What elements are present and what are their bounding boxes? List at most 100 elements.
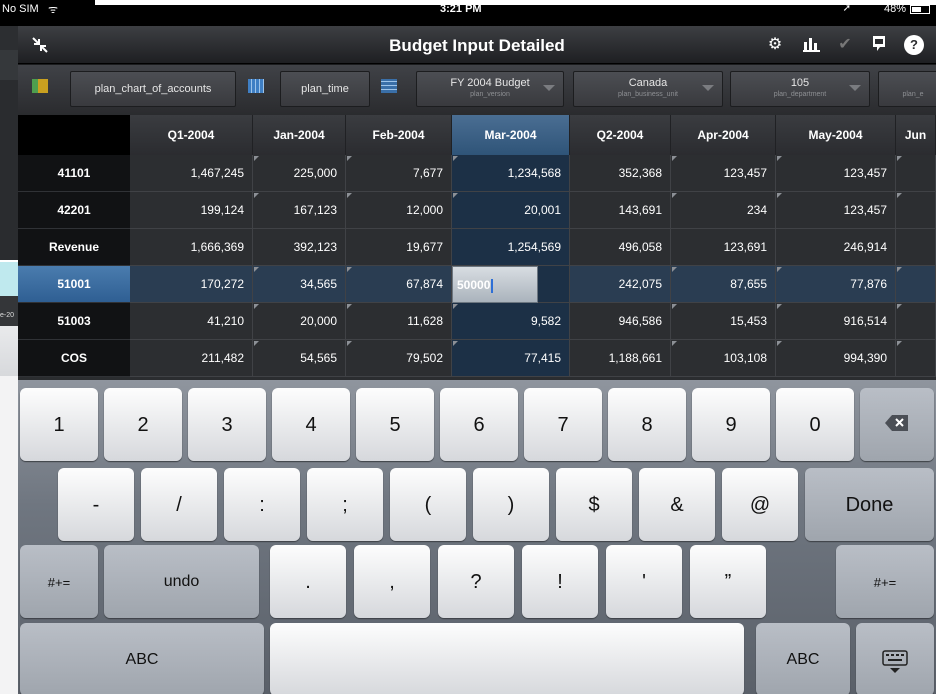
grid-cell[interactable]: 1,254,569 [452, 229, 570, 266]
grid-cell[interactable] [896, 155, 936, 192]
grid-cell[interactable]: 87,655 [671, 266, 776, 303]
key-symbol[interactable]: / [141, 468, 217, 541]
grid-cell[interactable]: 123,457 [671, 155, 776, 192]
abc-key[interactable]: ABC [20, 623, 264, 694]
grid-cell[interactable]: 34,565 [253, 266, 346, 303]
grid-cell[interactable]: 7,677 [346, 155, 452, 192]
row-header[interactable]: COS [18, 340, 130, 377]
bar-chart-icon[interactable] [801, 34, 823, 56]
grid-cell[interactable]: 123,457 [776, 192, 896, 229]
key-punct[interactable]: ” [690, 545, 766, 618]
space-key[interactable] [270, 623, 744, 694]
row-header[interactable]: 51003 [18, 303, 130, 340]
grid-cell[interactable]: 1,234,568 [452, 155, 570, 192]
column-header[interactable]: Mar-2004 [452, 115, 570, 155]
key-7[interactable]: 7 [524, 388, 602, 461]
grid-cell[interactable]: 15,453 [671, 303, 776, 340]
grid-cell[interactable]: 143,691 [570, 192, 671, 229]
key-0[interactable]: 0 [776, 388, 854, 461]
grid-cell[interactable]: 67,874 [346, 266, 452, 303]
grid-cell[interactable]: 352,368 [570, 155, 671, 192]
grid-cell[interactable]: 79,502 [346, 340, 452, 377]
key-punct[interactable]: ! [522, 545, 598, 618]
grid-cell[interactable]: 916,514 [776, 303, 896, 340]
grid-cell[interactable] [896, 266, 936, 303]
key-symbol[interactable]: ; [307, 468, 383, 541]
key-3[interactable]: 3 [188, 388, 266, 461]
gear-icon[interactable]: ⚙ [764, 34, 786, 56]
key-symbol[interactable]: ( [390, 468, 466, 541]
grid-cell[interactable]: 41,210 [130, 303, 253, 340]
column-header[interactable]: Q2-2004 [570, 115, 671, 155]
grid-cell[interactable]: 123,691 [671, 229, 776, 266]
more-symbols-key[interactable]: #+= [20, 545, 98, 618]
column-header[interactable]: May-2004 [776, 115, 896, 155]
key-punct[interactable]: ' [606, 545, 682, 618]
key-symbol[interactable]: ) [473, 468, 549, 541]
column-header[interactable]: Apr-2004 [671, 115, 776, 155]
column-header[interactable]: Jun [896, 115, 936, 155]
grid-cell[interactable]: 167,123 [253, 192, 346, 229]
grid-cell[interactable]: 11,628 [346, 303, 452, 340]
key-punct[interactable]: . [270, 545, 346, 618]
grid-cell[interactable]: 496,058 [570, 229, 671, 266]
pov-version-dropdown[interactable]: FY 2004 Budget plan_version [416, 71, 564, 107]
hide-keyboard-icon[interactable] [856, 623, 934, 694]
key-symbol[interactable]: - [58, 468, 134, 541]
grid-cell[interactable]: 246,914 [776, 229, 896, 266]
grid-cell[interactable]: 12,000 [346, 192, 452, 229]
key-1[interactable]: 1 [20, 388, 98, 461]
bookmark-icon[interactable] [868, 34, 890, 56]
grid-cell[interactable]: 123,457 [776, 155, 896, 192]
key-symbol[interactable]: & [639, 468, 715, 541]
grid-cell[interactable]: 994,390 [776, 340, 896, 377]
key-symbol[interactable]: : [224, 468, 300, 541]
abc-key-right[interactable]: ABC [756, 623, 850, 694]
row-header[interactable]: Revenue [18, 229, 130, 266]
grid-cell[interactable]: 1,467,245 [130, 155, 253, 192]
grid-cell[interactable]: 225,000 [253, 155, 346, 192]
pov-department-dropdown[interactable]: 105 plan_department [730, 71, 870, 107]
key-6[interactable]: 6 [440, 388, 518, 461]
backspace-key[interactable] [860, 388, 934, 461]
column-header[interactable]: Q1-2004 [130, 115, 253, 155]
grid-cell[interactable] [896, 192, 936, 229]
grid-cell[interactable]: 54,565 [253, 340, 346, 377]
key-4[interactable]: 4 [272, 388, 350, 461]
grid-cell[interactable]: 170,272 [130, 266, 253, 303]
column-header[interactable]: Jan-2004 [253, 115, 346, 155]
grid-cell[interactable] [896, 303, 936, 340]
help-icon[interactable]: ? [904, 35, 924, 55]
undo-key[interactable]: undo [104, 545, 259, 618]
pov-business-unit-dropdown[interactable]: Canada plan_business_unit [573, 71, 723, 107]
row-header[interactable]: 51001 [18, 266, 130, 303]
key-punct[interactable]: , [354, 545, 430, 618]
pov-extra-dropdown[interactable]: plan_e [878, 71, 936, 107]
row-header[interactable]: 41101 [18, 155, 130, 192]
grid-cell[interactable]: 234 [671, 192, 776, 229]
grid-cell[interactable]: 946,586 [570, 303, 671, 340]
key-8[interactable]: 8 [608, 388, 686, 461]
more-symbols-key-right[interactable]: #+= [836, 545, 934, 618]
grid-cell[interactable]: 19,677 [346, 229, 452, 266]
grid-cell[interactable]: 20,001 [452, 192, 570, 229]
pov-time[interactable]: plan_time [280, 71, 370, 107]
grid-cell[interactable] [896, 229, 936, 266]
grid-cell[interactable]: 9,582 [452, 303, 570, 340]
column-header[interactable]: Feb-2004 [346, 115, 452, 155]
key-2[interactable]: 2 [104, 388, 182, 461]
grid-cell[interactable]: 211,482 [130, 340, 253, 377]
key-punct[interactable]: ? [438, 545, 514, 618]
key-symbol[interactable]: @ [722, 468, 798, 541]
grid-cell[interactable]: 199,124 [130, 192, 253, 229]
done-key[interactable]: Done [805, 468, 934, 541]
grid-cell[interactable]: 103,108 [671, 340, 776, 377]
check-icon[interactable]: ✔ [834, 34, 856, 56]
grid-cell[interactable]: 242,075 [570, 266, 671, 303]
cell-editor-input[interactable]: 50000 [452, 266, 538, 303]
grid-cell[interactable]: 392,123 [253, 229, 346, 266]
grid-cell[interactable]: 1,188,661 [570, 340, 671, 377]
pov-chart-of-accounts[interactable]: plan_chart_of_accounts [70, 71, 236, 107]
key-symbol[interactable]: $ [556, 468, 632, 541]
grid-cell[interactable]: 1,666,369 [130, 229, 253, 266]
